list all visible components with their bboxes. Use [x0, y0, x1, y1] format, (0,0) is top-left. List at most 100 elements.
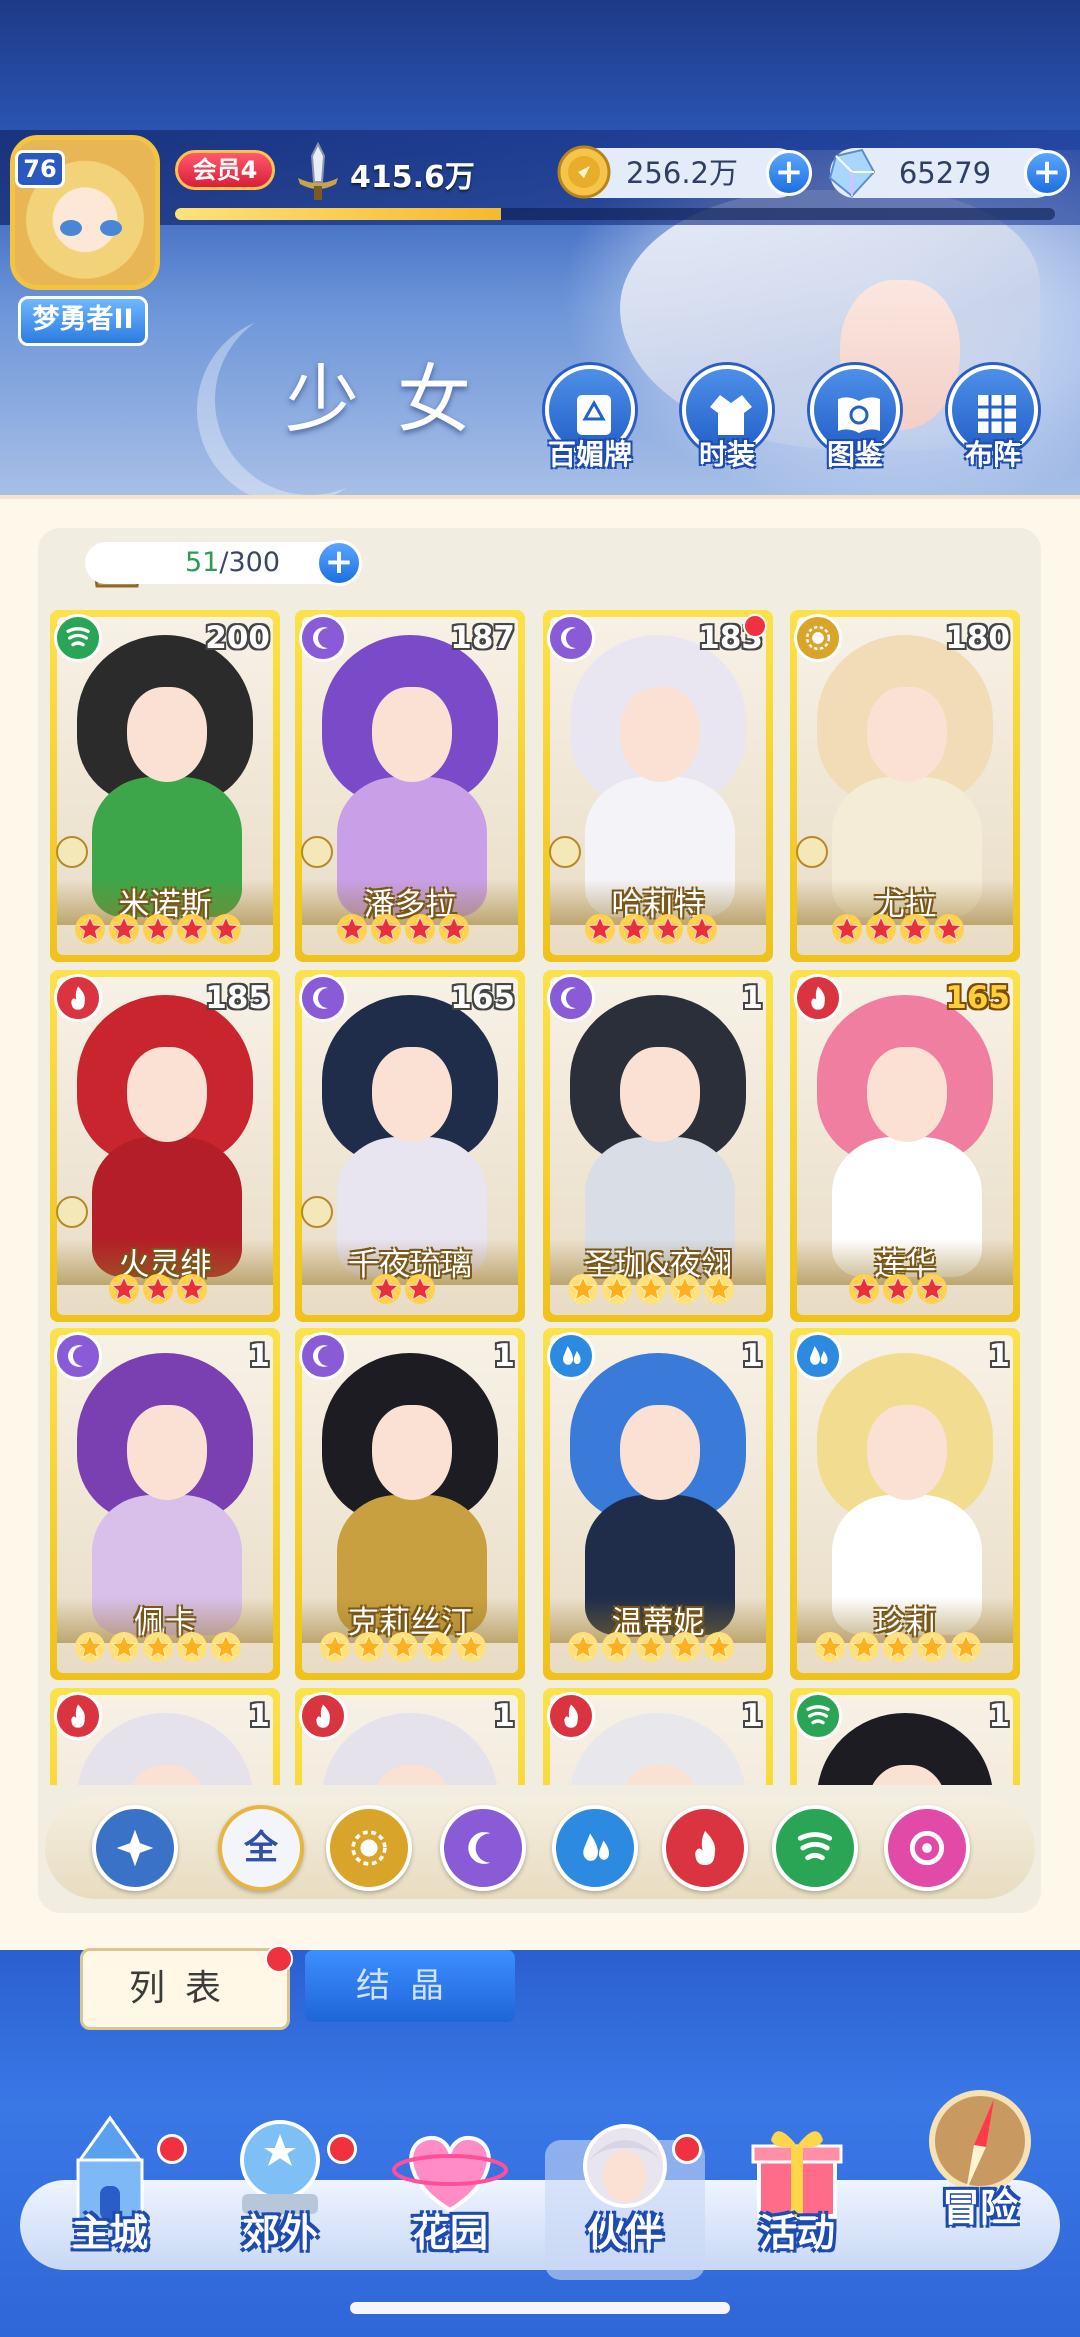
character-portrait: 哈莉特: [550, 617, 766, 955]
roster-count: 51/300: [85, 542, 355, 584]
star-icon: [899, 913, 931, 945]
character-portrait: 克莉丝汀: [302, 1335, 518, 1673]
star-icon: [882, 1631, 914, 1663]
notification-dot: [672, 2134, 702, 2164]
star-icon: [567, 1631, 599, 1663]
nav-heart-garden[interactable]: 花园: [365, 2110, 535, 2280]
star-rating: [50, 913, 266, 945]
character-level: 185: [205, 980, 270, 1016]
nav-portal[interactable]: 郊外: [195, 2110, 365, 2280]
notification-dot: [743, 614, 767, 638]
star-rating: [543, 1273, 759, 1305]
star-icon: [74, 1631, 106, 1663]
nav-compass[interactable]: 冒险: [895, 2085, 1065, 2255]
character-card[interactable]: 1: [543, 1688, 773, 1785]
water-element-icon: [794, 1332, 842, 1380]
star-icon: [108, 1273, 140, 1305]
add-gold-button[interactable]: +: [766, 150, 812, 196]
character-level: 1: [248, 1338, 270, 1374]
moon-element-icon: [299, 1332, 347, 1380]
portrait-face: [127, 687, 207, 782]
formation-button[interactable]: 布阵: [938, 365, 1048, 475]
fire-element-icon: [547, 1692, 595, 1740]
nav-label: 郊外: [241, 2211, 318, 2255]
gold-currency: 256.2万 +: [557, 145, 812, 199]
filter-default[interactable]: [92, 1805, 178, 1891]
vip-badge[interactable]: 会员4: [175, 150, 275, 190]
character-level: 165: [450, 980, 515, 1016]
star-icon: [370, 913, 402, 945]
exp-progress-bar: [175, 208, 1055, 220]
character-card[interactable]: 尤拉 180: [790, 610, 1020, 962]
expand-roster-button[interactable]: +: [316, 540, 362, 586]
portrait-face: [867, 1047, 947, 1142]
tab-crystal[interactable]: 结晶: [305, 1950, 515, 2022]
star-rating: [790, 913, 1006, 945]
character-card[interactable]: 珍莉 1: [790, 1328, 1020, 1680]
card-deck-button[interactable]: 百媚牌: [535, 365, 645, 475]
filter-arcane[interactable]: [884, 1805, 970, 1891]
character-card[interactable]: 潘多拉 187: [295, 610, 525, 962]
star-rating: [50, 1273, 266, 1305]
power-value: 415.6万: [350, 160, 475, 195]
character-card[interactable]: 佩卡 1: [50, 1328, 280, 1680]
filter-moon[interactable]: [440, 1805, 526, 1891]
character-level: 200: [205, 620, 270, 656]
character-card[interactable]: 哈莉特 183: [543, 610, 773, 962]
character-portrait: 尤拉: [797, 617, 1013, 955]
add-gem-button[interactable]: +: [1024, 150, 1070, 196]
nav-gift-box[interactable]: 活动: [712, 2110, 882, 2280]
star-icon: [669, 1631, 701, 1663]
character-card[interactable]: 温蒂妮 1: [543, 1328, 773, 1680]
character-card[interactable]: 火灵绯 185: [50, 970, 280, 1322]
portrait-face: [372, 1405, 452, 1500]
star-rating: [790, 1631, 1006, 1663]
filter-all[interactable]: 全: [218, 1805, 304, 1891]
home-indicator[interactable]: [350, 2302, 730, 2314]
star-icon: [618, 913, 650, 945]
player-title-tag[interactable]: 梦勇者II: [18, 296, 148, 346]
all-icon: 全: [244, 1828, 278, 1868]
nav-label: 主城: [71, 2211, 148, 2255]
star-icon: [584, 913, 616, 945]
filter-water[interactable]: [552, 1805, 638, 1891]
nav-castle[interactable]: 主城: [25, 2110, 195, 2280]
character-card[interactable]: 圣珈&夜翎 1: [543, 970, 773, 1322]
tab-list-label: 列表: [128, 1968, 241, 2009]
character-card[interactable]: 1: [50, 1688, 280, 1785]
character-card[interactable]: 1: [295, 1688, 525, 1785]
moon-element-icon: [547, 974, 595, 1022]
outfit-label: 时装: [698, 438, 755, 471]
gallery-label: 图鉴: [826, 438, 883, 471]
filter-wind[interactable]: [772, 1805, 858, 1891]
moon-element-icon: [299, 974, 347, 1022]
character-card[interactable]: 莲华 165: [790, 970, 1020, 1322]
character-portrait: 圣珈&夜翎: [550, 977, 766, 1315]
exp-progress-fill: [175, 208, 501, 220]
character-card[interactable]: 1: [790, 1688, 1020, 1785]
character-card[interactable]: 米诺斯 200: [50, 610, 280, 962]
nav-label: 冒险: [941, 2186, 1018, 2230]
star-icon: [108, 913, 140, 945]
portrait-face: [127, 1405, 207, 1500]
gold-coin-icon: [557, 145, 611, 199]
role-chess-icon: [301, 836, 333, 868]
star-icon: [142, 1273, 174, 1305]
tab-list[interactable]: 列表: [80, 1945, 293, 2030]
outfit-button[interactable]: 时装: [672, 365, 782, 475]
star-icon: [848, 1273, 880, 1305]
nav-partner-portrait[interactable]: 伙伴: [540, 2110, 710, 2280]
character-card[interactable]: 克莉丝汀 1: [295, 1328, 525, 1680]
star-icon: [703, 1273, 735, 1305]
character-card[interactable]: 千夜琉璃 165: [295, 970, 525, 1322]
filter-sun[interactable]: [326, 1805, 412, 1891]
filter-fire[interactable]: [662, 1805, 748, 1891]
gallery-button[interactable]: 图鉴: [800, 365, 910, 475]
page-title: 少女: [285, 357, 509, 443]
character-portrait: 潘多拉: [302, 617, 518, 955]
star-icon: [848, 1631, 880, 1663]
star-icon: [74, 913, 106, 945]
character-level: 187: [450, 620, 515, 656]
star-icon: [210, 1631, 242, 1663]
star-icon: [669, 1273, 701, 1305]
